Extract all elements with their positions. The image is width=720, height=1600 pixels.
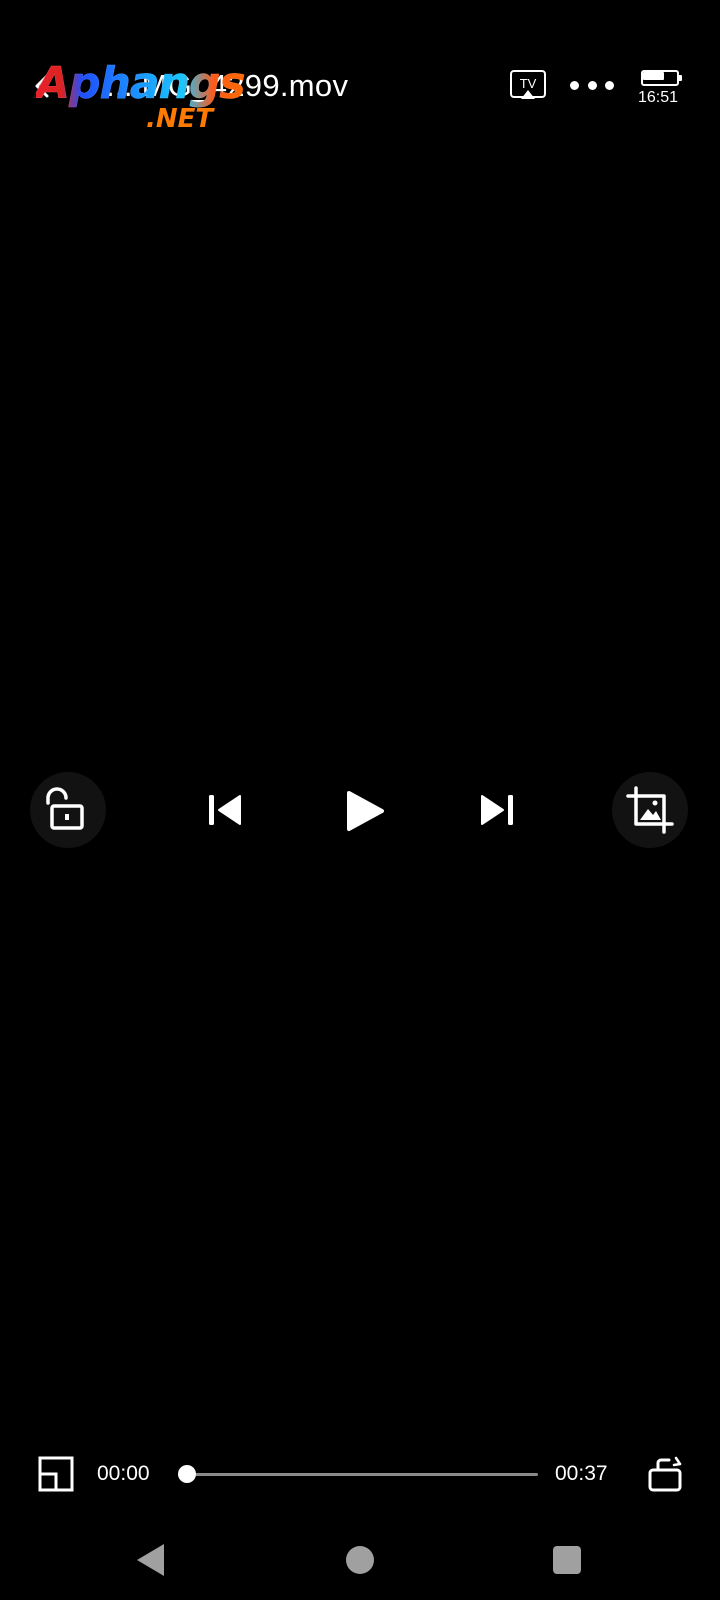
next-button[interactable]: [476, 790, 516, 830]
crop-icon: [626, 786, 674, 834]
watermark-brand: Aphangs: [36, 58, 246, 110]
total-time: 00:37: [555, 1462, 608, 1485]
rotate-screen-button[interactable]: [646, 1454, 686, 1494]
unlock-icon: [46, 787, 84, 830]
video-player-screen[interactable]: ... MG_4299.mov Aphangs .NET TV 16:51: [0, 0, 720, 1600]
system-nav-bar: [0, 1530, 720, 1590]
picture-in-picture-button[interactable]: [38, 1456, 74, 1492]
status-clock: 16:51: [638, 89, 679, 106]
seek-bar[interactable]: [180, 1473, 538, 1476]
skip-next-icon: [481, 795, 513, 825]
current-time: 00:00: [97, 1462, 150, 1485]
play-icon: [347, 791, 384, 831]
more-dots-icon: [570, 80, 579, 90]
bottom-bar: 00:00 00:37: [0, 1452, 720, 1496]
playback-controls: [0, 772, 720, 848]
picture-in-picture-icon: [38, 1456, 74, 1492]
screen-rotate-icon: [648, 1456, 682, 1492]
watermark-suffix: .NET: [146, 104, 214, 134]
more-options-button[interactable]: [570, 78, 614, 92]
seek-thumb[interactable]: [178, 1465, 196, 1483]
watermark-logo: Aphangs .NET: [36, 56, 266, 136]
top-bar: ... MG_4299.mov Aphangs .NET TV 16:51: [0, 56, 720, 134]
lock-screen-button[interactable]: [30, 772, 106, 848]
cast-label: TV: [519, 76, 537, 91]
nav-recent-icon[interactable]: [553, 1546, 581, 1574]
cast-button[interactable]: TV: [510, 70, 548, 102]
play-button[interactable]: [342, 788, 388, 834]
skip-previous-icon: [209, 795, 241, 825]
nav-back-icon[interactable]: [137, 1544, 164, 1576]
previous-button[interactable]: [206, 790, 246, 830]
crop-button[interactable]: [612, 772, 688, 848]
battery-icon: [641, 70, 682, 86]
nav-home-icon[interactable]: [346, 1546, 374, 1574]
battery-level: [643, 72, 664, 80]
